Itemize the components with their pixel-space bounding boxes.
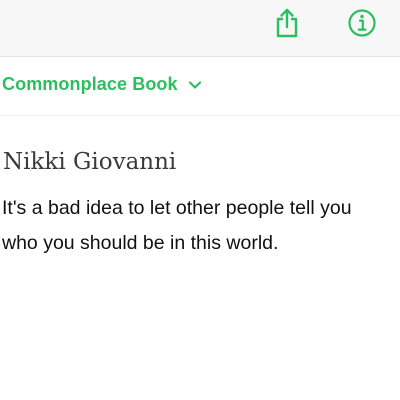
note-body[interactable]: It's a bad idea to let other people tell… bbox=[2, 191, 400, 261]
share-icon bbox=[273, 7, 301, 39]
top-toolbar bbox=[0, 0, 400, 57]
notebook-bar: Commonplace Book bbox=[0, 57, 400, 116]
note-title[interactable]: Nikki Giovanni bbox=[3, 147, 176, 177]
info-icon bbox=[347, 8, 377, 38]
notebook-selector[interactable]: Commonplace Book bbox=[2, 74, 202, 95]
info-button[interactable] bbox=[345, 6, 379, 40]
note-body-line: who you should be in this world. bbox=[2, 232, 279, 254]
note-screen: Commonplace Book Nikki Giovanni It's a b… bbox=[0, 0, 400, 400]
share-button[interactable] bbox=[270, 6, 304, 40]
notebook-name: Commonplace Book bbox=[2, 74, 178, 94]
note-body-line: It's a bad idea to let other people tell… bbox=[2, 197, 352, 219]
chevron-down-icon bbox=[188, 77, 202, 95]
